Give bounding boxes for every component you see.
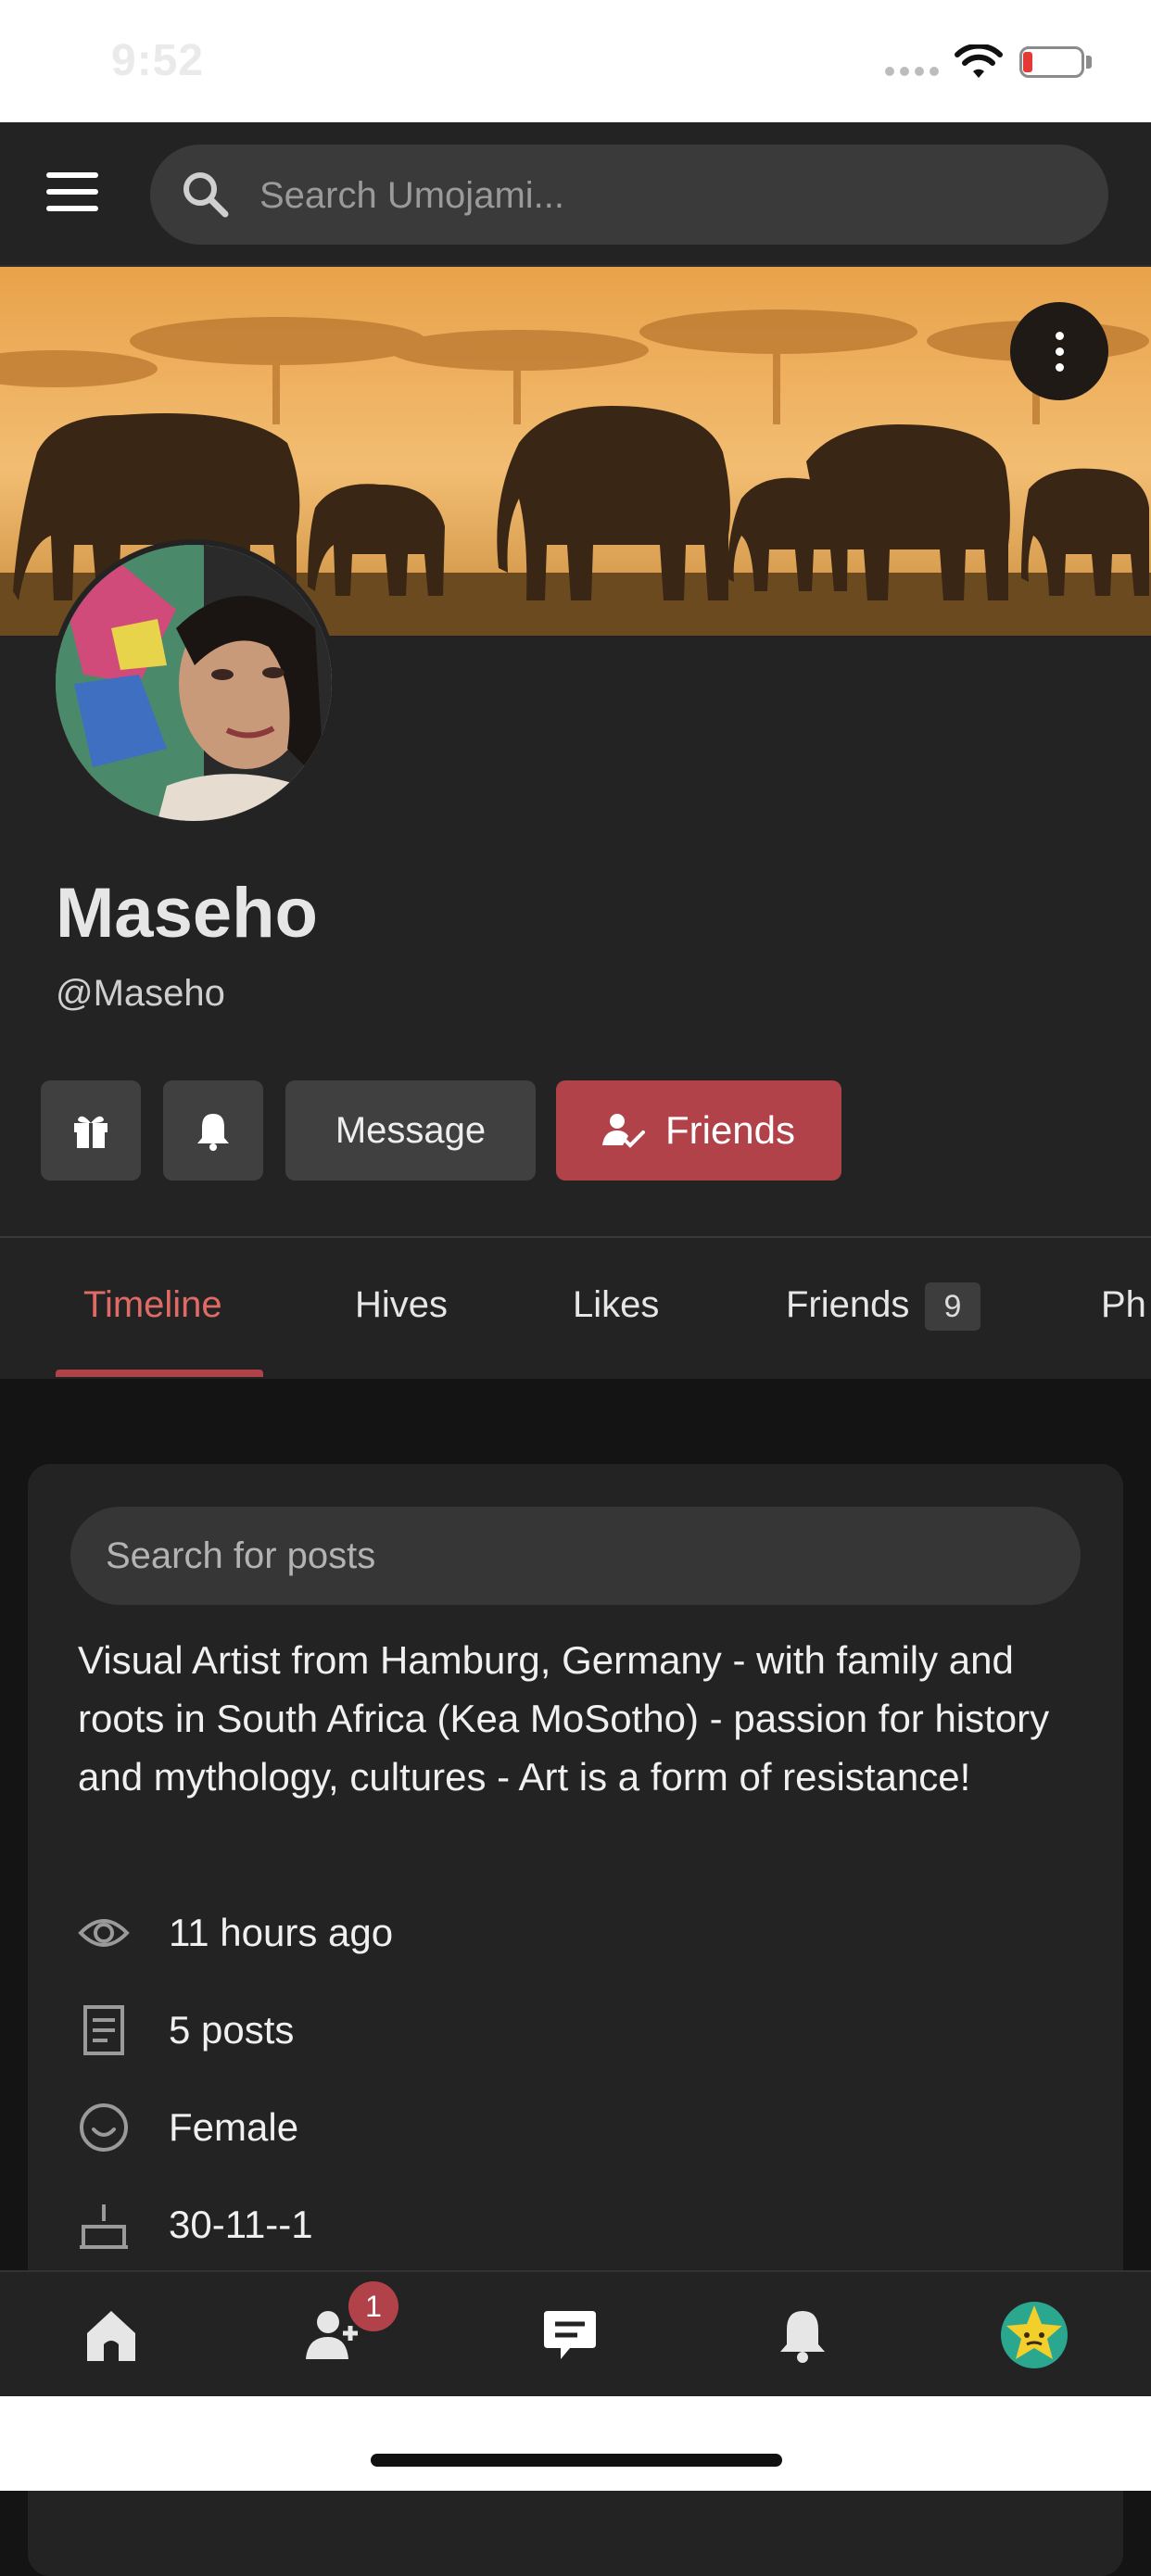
chat-icon: [544, 2311, 596, 2359]
more-options-icon[interactable]: [1010, 302, 1108, 400]
avatar[interactable]: [50, 539, 337, 827]
nav-my-profile[interactable]: [997, 2298, 1071, 2372]
info-gender: Female: [78, 2102, 298, 2153]
info-text: 5 posts: [169, 2008, 295, 2052]
document-icon: [83, 2005, 124, 2055]
profile-handle: @Maseho: [56, 973, 225, 1014]
tab-hives[interactable]: Hives: [355, 1284, 448, 1326]
gift-icon: [74, 1116, 108, 1148]
bell-icon: [197, 1114, 229, 1151]
profile-name: Maseho: [56, 874, 318, 953]
home-indicator-area: [0, 2396, 1151, 2491]
cake-icon: [80, 2204, 128, 2249]
tab-photos[interactable]: Ph: [1101, 1284, 1146, 1326]
signal-icon: [885, 67, 939, 76]
friends-count-badge: 9: [925, 1282, 980, 1331]
message-button[interactable]: Message: [285, 1080, 536, 1181]
info-text: 30-11--1: [169, 2203, 313, 2246]
smiley-icon: [80, 2103, 128, 2152]
home-icon: [87, 2311, 135, 2361]
info-posts: 5 posts: [78, 2004, 294, 2056]
info-text: 11 hours ago: [169, 1911, 394, 1954]
search-input[interactable]: [258, 167, 1077, 224]
profile-bio: Visual Artist from Hamburg, Germany - wi…: [78, 1638, 1050, 1799]
info-text: Female: [169, 2105, 299, 2149]
friends-button-label: Friends: [664, 1108, 796, 1152]
tab-friends[interactable]: Friends: [786, 1284, 909, 1326]
user-avatar-icon: [1001, 2302, 1068, 2368]
gift-button[interactable]: [41, 1080, 141, 1181]
info-last-seen: 11 hours ago: [78, 1907, 393, 1959]
user-check-icon: [601, 1114, 645, 1148]
home-indicator[interactable]: [371, 2454, 782, 2467]
nav-notifications[interactable]: [765, 2298, 840, 2372]
wifi-icon: [955, 44, 1003, 78]
notify-button[interactable]: [163, 1080, 263, 1181]
friends-button[interactable]: Friends: [556, 1080, 841, 1181]
status-time: 9:52: [111, 36, 205, 85]
search-icon: [183, 172, 229, 218]
friend-request-badge: 1: [348, 2281, 398, 2331]
tab-timeline[interactable]: Timeline: [83, 1284, 222, 1326]
battery-level: [1023, 52, 1032, 72]
nav-home[interactable]: [74, 2298, 148, 2372]
menu-icon[interactable]: [46, 172, 102, 213]
bell-icon: [780, 2311, 825, 2363]
nav-messages[interactable]: [533, 2298, 607, 2372]
tab-likes[interactable]: Likes: [573, 1284, 659, 1326]
active-tab-indicator: [56, 1370, 263, 1377]
post-search-input[interactable]: [70, 1507, 1081, 1605]
eye-icon: [78, 1919, 130, 1947]
info-birthday: 30-11--1: [78, 2199, 313, 2251]
